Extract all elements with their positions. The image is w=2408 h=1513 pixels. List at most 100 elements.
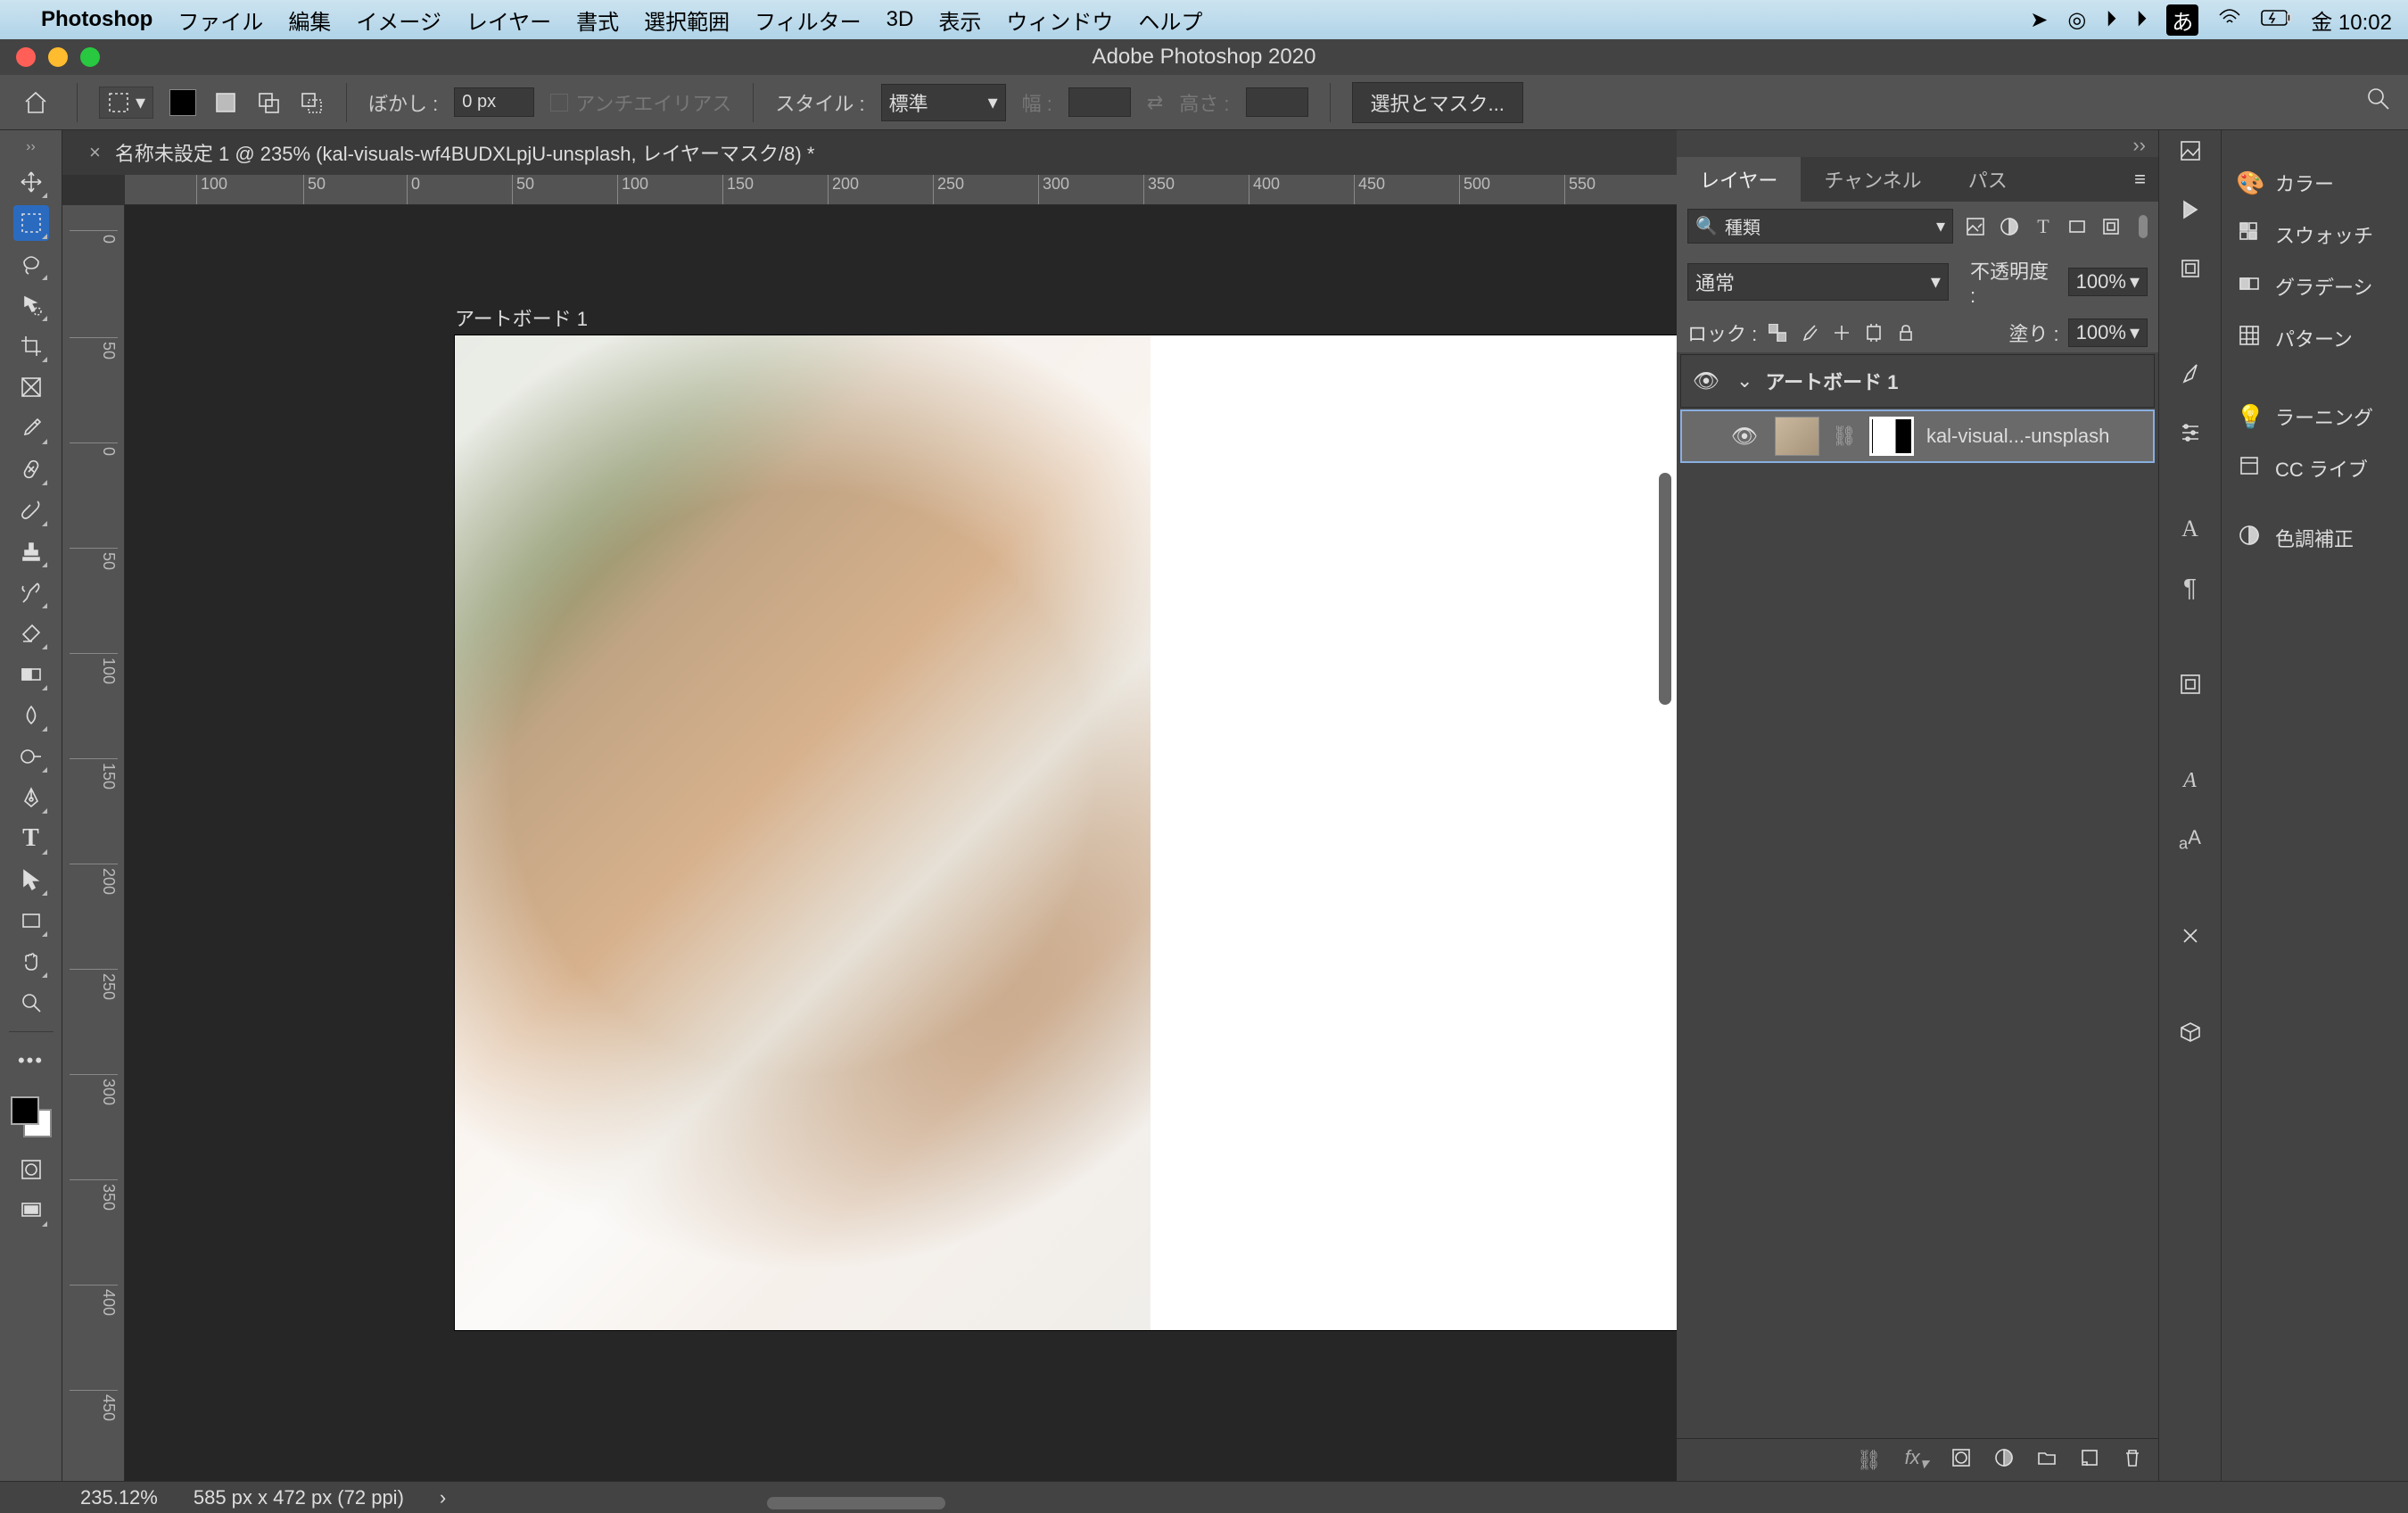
document-tab[interactable]: × 名称未設定 1 @ 235% (kal-visuals-wf4BUDXLpj… xyxy=(89,138,814,167)
filter-toggle[interactable] xyxy=(2139,215,2148,238)
zoom-tool[interactable] xyxy=(13,985,49,1021)
close-tab-icon[interactable]: × xyxy=(89,141,101,164)
app-menu[interactable]: Photoshop xyxy=(41,7,153,32)
frame-tool[interactable] xyxy=(13,369,49,405)
window-close[interactable] xyxy=(16,47,36,67)
blend-mode-select[interactable]: 通常▾ xyxy=(1687,263,1949,301)
ruler-vertical[interactable]: 0 50 0 50 100 150 200 250 300 350 400 45… xyxy=(62,205,125,1481)
ruler-horizontal[interactable]: 100 50 0 50 100 150 200 250 300 350 400 … xyxy=(125,175,1677,205)
artboard[interactable] xyxy=(455,335,1677,1330)
fill-swatch[interactable] xyxy=(169,89,196,116)
add-selection-icon[interactable] xyxy=(255,89,282,116)
menu-select[interactable]: 選択範囲 xyxy=(644,4,730,36)
artboard-label[interactable]: アートボード 1 xyxy=(455,303,588,332)
history-brush-tool[interactable] xyxy=(13,575,49,610)
menu-layer[interactable]: レイヤー xyxy=(466,4,551,36)
libraries-panel-button[interactable]: CC ライブ xyxy=(2222,442,2408,494)
tab-channels[interactable]: チャンネル xyxy=(1801,157,1944,202)
filter-adjust-icon[interactable] xyxy=(1998,215,2021,238)
type-tool[interactable]: T xyxy=(13,821,49,856)
panel-menu-icon[interactable]: ≡ xyxy=(2122,157,2158,202)
para-styles-panel-icon[interactable]: aA xyxy=(2175,824,2206,855)
cc-icon[interactable]: ◎ xyxy=(2067,7,2086,33)
wifi-icon[interactable] xyxy=(2218,7,2241,32)
brush-tool[interactable] xyxy=(13,492,49,528)
battery-icon[interactable] xyxy=(2261,7,2291,32)
character-panel-icon[interactable]: A xyxy=(2175,514,2206,544)
color-swatches[interactable] xyxy=(11,1096,52,1137)
crop-tool[interactable] xyxy=(13,328,49,364)
brush-settings-icon[interactable] xyxy=(2175,418,2206,448)
hand-tool[interactable] xyxy=(13,944,49,980)
opacity-input[interactable]: 100%▾ xyxy=(2068,268,2148,296)
window-minimize[interactable] xyxy=(48,47,68,67)
home-button[interactable] xyxy=(16,83,55,122)
scrollbar-vertical[interactable] xyxy=(1659,473,1671,705)
trash-icon[interactable] xyxy=(2123,1448,2142,1473)
menu-help[interactable]: ヘルプ xyxy=(1138,4,1202,36)
move-tool[interactable] xyxy=(13,164,49,200)
filter-pixel-icon[interactable] xyxy=(1964,215,1987,238)
lock-all-icon[interactable] xyxy=(1894,321,1917,344)
filter-type-icon[interactable]: T xyxy=(2032,215,2055,238)
antialias-checkbox[interactable] xyxy=(550,94,568,112)
play-icon-2[interactable]: ⏵ xyxy=(2136,7,2147,32)
fill-input[interactable]: 100%▾ xyxy=(2068,318,2148,347)
style-select[interactable]: 標準▾ xyxy=(881,84,1006,121)
scrollbar-horizontal[interactable] xyxy=(767,1497,945,1509)
play-icon[interactable]: ⏵ xyxy=(2106,7,2116,32)
glyphs-panel-icon[interactable] xyxy=(2175,669,2206,699)
swatches-panel-button[interactable]: スウォッチ xyxy=(2222,209,2408,260)
dodge-tool[interactable] xyxy=(13,739,49,774)
layer-mask-icon[interactable] xyxy=(1951,1448,1971,1473)
link-layers-icon[interactable]: ⛓ xyxy=(1857,1449,1882,1472)
menu-filter[interactable]: フィルター xyxy=(755,4,862,36)
filter-shape-icon[interactable] xyxy=(2066,215,2089,238)
patterns-panel-button[interactable]: パターン xyxy=(2222,312,2408,364)
lock-artboard-icon[interactable] xyxy=(1862,321,1885,344)
eraser-tool[interactable] xyxy=(13,616,49,651)
subtract-selection-icon[interactable] xyxy=(298,89,325,116)
chevron-down-icon[interactable]: ⌄ xyxy=(1736,369,1752,393)
lock-position-icon[interactable] xyxy=(1830,321,1853,344)
visibility-toggle[interactable]: 👁 xyxy=(1727,424,1762,450)
layer-thumbnail[interactable] xyxy=(1775,417,1819,456)
artboard-row[interactable]: 👁 ⌄ アートボード 1 xyxy=(1680,354,2155,408)
gradient-tool[interactable] xyxy=(13,657,49,692)
layer-row[interactable]: 👁 ⛓ kal-visual...-unsplash xyxy=(1680,409,2155,463)
location-icon[interactable]: ➤ xyxy=(2030,7,2048,33)
input-method-icon[interactable]: あ xyxy=(2166,4,2198,36)
collapse-handle[interactable]: ›› xyxy=(26,139,36,155)
tab-paths[interactable]: パス xyxy=(1945,157,2031,202)
mask-link-icon[interactable]: ⛓ xyxy=(1832,425,1857,448)
quick-select-tool[interactable] xyxy=(13,287,49,323)
menu-image[interactable]: イメージ xyxy=(356,4,441,36)
tab-layers[interactable]: レイヤー xyxy=(1677,157,1801,202)
lasso-tool[interactable] xyxy=(13,246,49,282)
canvas[interactable]: アートボード 1 xyxy=(125,205,1677,1481)
menu-3d[interactable]: 3D xyxy=(887,7,914,32)
feather-input[interactable] xyxy=(454,87,534,117)
adjustments-panel-button[interactable]: 色調補正 xyxy=(2222,512,2408,564)
lock-pixels-icon[interactable] xyxy=(1798,321,1821,344)
menu-edit[interactable]: 編集 xyxy=(288,4,331,36)
new-selection-icon[interactable] xyxy=(212,89,239,116)
quick-mask-toggle[interactable] xyxy=(13,1152,49,1187)
menu-file[interactable]: ファイル xyxy=(177,4,263,36)
blur-tool[interactable] xyxy=(13,698,49,733)
actions-panel-icon[interactable] xyxy=(2175,194,2206,225)
path-select-tool[interactable] xyxy=(13,862,49,897)
clock[interactable]: 金 10:02 xyxy=(2311,4,2392,36)
search-icon[interactable] xyxy=(2365,86,2392,119)
properties-panel-icon[interactable] xyxy=(2175,253,2206,284)
edit-toolbar[interactable]: ••• xyxy=(13,1043,49,1079)
char-styles-panel-icon[interactable]: A xyxy=(2175,765,2206,796)
adjustments-panel-icon[interactable] xyxy=(2175,921,2206,951)
visibility-toggle[interactable]: 👁 xyxy=(1688,368,1724,394)
group-icon[interactable] xyxy=(2037,1448,2057,1473)
menu-window[interactable]: ウィンドウ xyxy=(1006,4,1113,36)
marquee-tool[interactable] xyxy=(13,205,49,241)
menu-view[interactable]: 表示 xyxy=(938,4,981,36)
gradients-panel-button[interactable]: グラデーシ xyxy=(2222,260,2408,312)
stamp-tool[interactable] xyxy=(13,533,49,569)
